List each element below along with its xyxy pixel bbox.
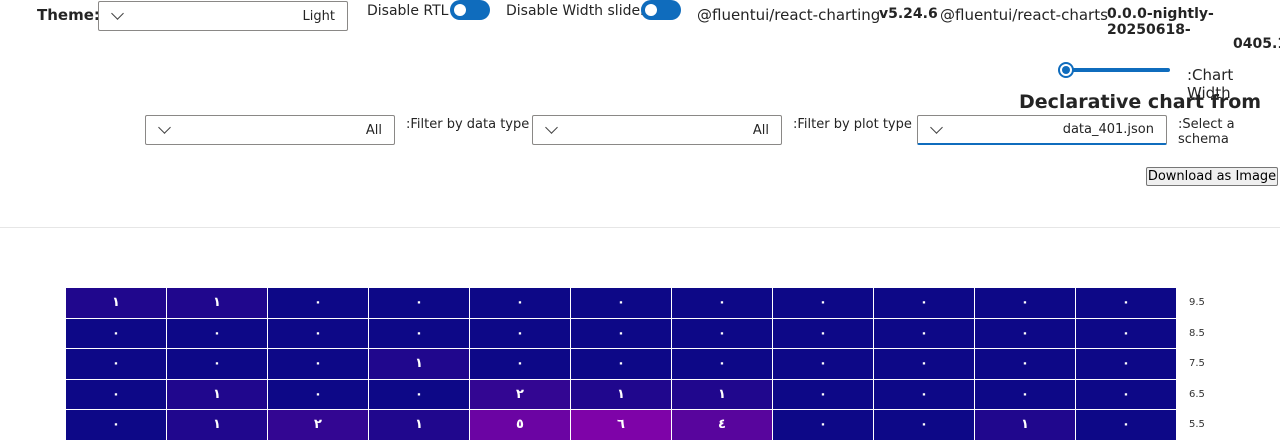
heatmap-cell: ١ [571,379,672,410]
theme-dropdown-value: Light [302,8,335,24]
heatmap-cell: ١ [672,379,773,410]
heatmap-cell: ٠ [66,349,167,380]
heatmap-cell: ٠ [571,288,672,319]
heatmap-cell: ٠ [470,318,571,349]
data-type-dropdown-value: All [365,122,382,138]
heatmap-cell: ٠ [268,318,369,349]
theme-dropdown[interactable]: Light [98,1,348,31]
package-name-charts: @fluentui/react-charts [940,6,1108,24]
heatmap-cell: ٠ [975,349,1076,380]
heatmap-cell: ١ [167,379,268,410]
chart-width-slider-thumb[interactable] [1058,62,1074,78]
heatmap-cell: ٠ [369,318,470,349]
y-tick-label: 8.5 [1189,327,1205,339]
heatmap-cell: ٠ [773,349,874,380]
download-image-button[interactable]: Download as Image [1146,167,1278,186]
data-type-dropdown[interactable]: All [145,115,395,145]
heatmap-cell: ٤ [672,410,773,441]
heatmap-cell: ٠ [268,349,369,380]
heatmap-cell: ١ [369,349,470,380]
heatmap-cell: ٠ [66,379,167,410]
chevron-down-icon [545,121,558,134]
heatmap-cell: ٠ [773,379,874,410]
heatmap-cell: ٠ [975,318,1076,349]
heatmap-cell: ١ [975,410,1076,441]
y-tick-label: 6.5 [1189,388,1205,400]
schema-dropdown[interactable]: data_401.json [917,115,1167,145]
package-version-charts: 0.0.0-nightly-20250618- [1107,6,1214,38]
y-tick-label: 7.5 [1189,358,1205,369]
heatmap-cell: ٠ [672,349,773,380]
toggle-knob [454,4,466,16]
heatmap-cell: ٠ [975,288,1076,319]
disable-rtl-label: Disable RTL [367,3,449,19]
heatmap-cell: ٠ [874,288,975,319]
heatmap-cell: ٠ [167,318,268,349]
heatmap-cell: ١ [167,288,268,319]
heatmap-cell: ٠ [268,379,369,410]
heatmap-cell: ٠ [975,379,1076,410]
heatmap-cell: ٠ [470,349,571,380]
package-version-charting: v5.24.6 [879,6,938,22]
heatmap-cell: ٠ [1076,410,1177,441]
heatmap-cell: ٠ [874,410,975,441]
plot-type-dropdown-value: All [752,122,769,138]
schema-dropdown-value: data_401.json [1062,122,1154,137]
heatmap-cell: ٠ [773,410,874,441]
chart-width-slider-track[interactable] [1066,68,1170,72]
data-type-label: :Filter by data type [406,117,530,132]
heatmap-cell: ٥ [470,410,571,441]
heatmap-cell: ٠ [167,349,268,380]
heatmap-cell: ٠ [1076,379,1177,410]
heatmap-cell: ٠ [672,288,773,319]
heatmap-cell: ٠ [369,379,470,410]
heatmap-cell: ٠ [470,288,571,319]
chevron-down-icon [111,7,124,20]
heatmap-cell: ٦ [571,410,672,441]
disable-width-slider-toggle[interactable] [641,0,681,20]
heatmap-cell: ١ [369,410,470,441]
package-name-charting: @fluentui/react-charting [697,6,881,24]
heatmap-cell: ٠ [672,318,773,349]
heatmap-cell: ٠ [571,318,672,349]
schema-label: :Select a schema [1178,117,1235,147]
plot-type-label: :Filter by plot type [793,117,912,132]
heatmap-cell: ٠ [1076,288,1177,319]
y-tick-label: 5.5 [1189,419,1205,430]
heatmap-cell: ٠ [874,379,975,410]
divider [0,227,1280,228]
heatmap-cell: ٠ [66,318,167,349]
heatmap-cell: ١ [66,288,167,319]
heatmap-cell: ٠ [1076,349,1177,380]
chevron-down-icon [158,121,171,134]
disable-rtl-toggle[interactable] [450,0,490,20]
heatmap-cell: ٠ [773,288,874,319]
heatmap-cell: ٠ [571,349,672,380]
heatmap-cell: ٠ [773,318,874,349]
heatmap-cell: ٢ [268,410,369,441]
heatmap-cell: ٠ [66,410,167,441]
heatmap-cell: ٢ [470,379,571,410]
heatmap-cell: ٠ [369,288,470,319]
heatmap-cell: ١ [167,410,268,441]
heatmap-cell: ٠ [874,349,975,380]
plot-type-dropdown[interactable]: All [532,115,782,145]
theme-label: Theme: [37,6,100,24]
heatmap-cell: ٠ [874,318,975,349]
heatmap-cell: ٠ [1076,318,1177,349]
package-version-charts-wrap: 0405.1 [1233,36,1280,52]
chevron-down-icon [930,120,943,134]
toggle-knob [645,4,657,16]
disable-width-slider-label: Disable Width slider [506,3,646,19]
y-tick-label: 9.5 [1189,297,1205,308]
heatmap-cell: ٠ [268,288,369,319]
